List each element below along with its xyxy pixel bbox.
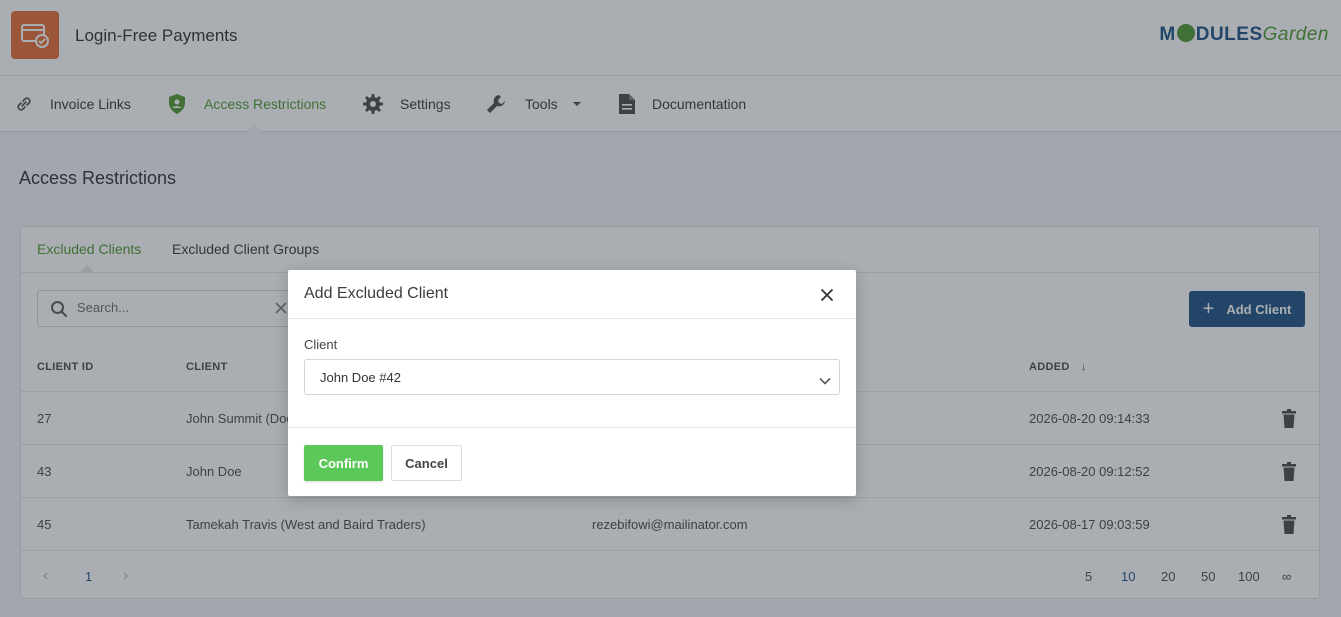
confirm-button[interactable]: Confirm <box>304 445 383 481</box>
client-select-value: John Doe #42 <box>320 370 401 385</box>
modal-title: Add Excluded Client <box>304 285 449 302</box>
add-excluded-client-modal: Add Excluded Client Client John Doe #42 … <box>288 270 856 496</box>
cancel-button[interactable]: Cancel <box>391 445 462 481</box>
modal-footer: Confirm Cancel <box>288 427 856 496</box>
modal-header: Add Excluded Client <box>288 270 856 319</box>
client-field-label: Client <box>304 337 338 352</box>
client-select[interactable]: John Doe #42 <box>304 359 840 395</box>
close-icon[interactable] <box>820 288 834 305</box>
chevron-down-icon <box>819 373 831 388</box>
